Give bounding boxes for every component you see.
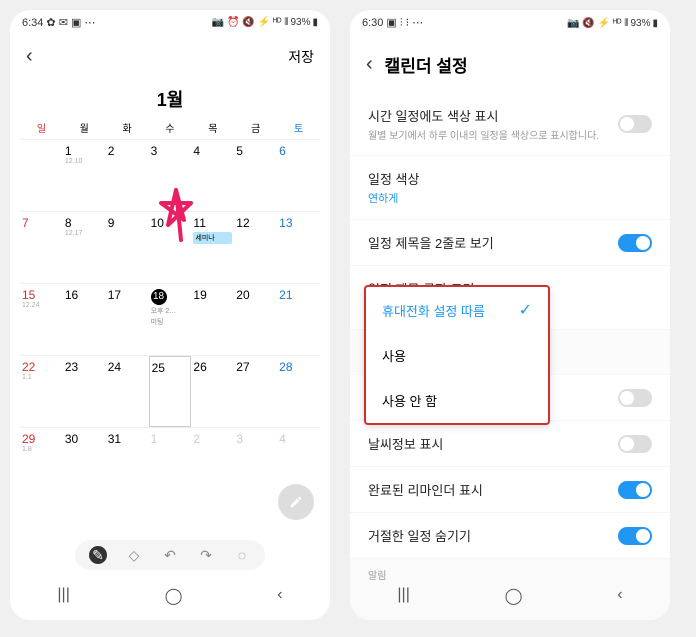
android-nav-bar: ||| ◯ ‹ [10,572,330,620]
settings-title: 캘린더 설정 [385,52,468,77]
nav-back-icon[interactable]: ‹ [277,586,282,606]
day-cell[interactable]: 28 [277,356,320,427]
day-cell[interactable]: 12 [234,212,277,283]
day-cell[interactable]: 7 [20,212,63,283]
day-cell[interactable]: 31 [106,428,149,499]
check-icon: ✓ [519,300,532,320]
redo-icon[interactable]: ↷ [197,546,215,564]
setting-item[interactable]: 일정 색상연하게 [350,156,670,220]
setting-item[interactable]: 완료된 리마인더 표시 [350,467,670,513]
day-cell[interactable]: 3 [234,428,277,499]
status-icons: ▣ ⫶ ⁝ ⋯ [386,16,423,30]
undo-icon[interactable]: ↶ [161,546,179,564]
weekday-label: 수 [149,120,192,135]
nav-back-icon[interactable]: ‹ [617,586,622,606]
day-cell[interactable]: 24 [106,356,149,427]
home-icon[interactable]: ◯ [165,586,183,606]
edit-fab[interactable] [278,484,314,520]
back-button[interactable]: ‹ [366,53,373,76]
status-time: 6:30 [362,17,383,29]
setting-item[interactable]: 시간 일정에도 색상 표시월별 보기에서 하루 이내의 일정을 색상으로 표시합… [350,93,670,156]
weekday-label: 월 [63,120,106,135]
setting-item[interactable]: 일정 제목을 2줄로 보기 [350,220,670,266]
recent-apps-icon[interactable]: ||| [57,586,69,606]
day-cell[interactable]: 25 [149,356,192,427]
calendar-grid: 일월화수목금토 112.10234567812.1791011세미나121315… [10,116,330,499]
status-bar: 6:30 ▣ ⫶ ⁝ ⋯ 📷 🔇 ⚡ ᴴᴰ ⫴ 93% ▮ [350,10,670,36]
day-cell[interactable]: 9 [106,212,149,283]
day-cell[interactable]: 6 [277,140,320,211]
back-button[interactable]: ‹ [26,45,33,68]
toggle-switch[interactable] [618,435,652,453]
status-indicators: 📷 ⏰ 🔇 ⚡ ᴴᴰ ⫴ [212,17,289,28]
day-cell[interactable]: 16 [63,284,106,355]
calendar-header: ‹ 저장 [10,35,330,78]
weekday-label: 화 [106,120,149,135]
day-cell[interactable]: 4 [191,140,234,211]
day-cell[interactable]: 19 [191,284,234,355]
day-cell[interactable]: 5 [234,140,277,211]
month-title: 1월 [10,78,330,116]
eraser-tool-icon[interactable]: ◇ [125,546,143,564]
day-cell[interactable]: 21 [277,284,320,355]
status-time: 6:34 [22,17,43,29]
day-cell[interactable]: 2 [106,140,149,211]
day-cell[interactable]: 23 [63,356,106,427]
day-cell[interactable]: 10 [149,212,192,283]
day-cell[interactable]: 221.1 [20,356,63,427]
popup-option[interactable]: 휴대전화 설정 따름✓ [366,287,548,333]
toggle-switch[interactable] [618,527,652,545]
status-icons: ✿ ✉ ▣ ⋯ [46,16,95,29]
calendar-screen: 6:34 ✿ ✉ ▣ ⋯ 📷 ⏰ 🔇 ⚡ ᴴᴰ ⫴ 93% ▮ ‹ 저장 1월 … [10,10,330,620]
day-cell[interactable]: 1512.24 [20,284,63,355]
toggle-switch[interactable] [618,234,652,252]
toggle-switch[interactable] [618,481,652,499]
status-battery: 93% [630,18,650,29]
toggle-switch[interactable] [618,115,652,133]
day-cell[interactable]: 112.10 [63,140,106,211]
day-cell[interactable]: 3 [149,140,192,211]
drawing-toolbar: ✎ ◇ ↶ ↷ ◌ [75,540,265,570]
day-cell[interactable]: 2 [191,428,234,499]
status-indicators: 📷 🔇 ⚡ ᴴᴰ ⫴ [567,18,628,29]
day-cell[interactable]: 26 [191,356,234,427]
day-cell[interactable]: 812.17 [63,212,106,283]
settings-header: ‹ 캘린더 설정 [350,36,670,93]
day-cell[interactable] [20,140,63,211]
weekday-label: 목 [191,120,234,135]
day-cell[interactable]: 11세미나 [191,212,234,283]
status-battery: 93% [290,17,310,28]
save-button[interactable]: 저장 [288,47,314,67]
day-cell[interactable]: 20 [234,284,277,355]
weekday-label: 금 [234,120,277,135]
setting-item[interactable]: 거절한 일정 숨기기 [350,513,670,559]
pen-tool-icon[interactable]: ✎ [89,546,107,564]
home-icon[interactable]: ◯ [505,586,523,606]
day-cell[interactable]: 18오후 2…미팅 [149,284,192,355]
status-bar: 6:34 ✿ ✉ ▣ ⋯ 📷 ⏰ 🔇 ⚡ ᴴᴰ ⫴ 93% ▮ [10,10,330,35]
popup-option[interactable]: 사용 안 함 [366,378,548,423]
weekday-row: 일월화수목금토 [20,116,320,139]
toggle-switch[interactable] [618,389,652,407]
popup-option[interactable]: 사용 [366,333,548,378]
weekday-label: 일 [20,120,63,135]
day-cell[interactable]: 291.8 [20,428,63,499]
lasso-icon[interactable]: ◌ [233,546,251,564]
popup-menu: 휴대전화 설정 따름✓사용사용 안 함 [364,285,550,425]
day-cell[interactable]: 27 [234,356,277,427]
android-nav-bar: ||| ◯ ‹ [350,572,670,620]
setting-item[interactable]: 날씨정보 표시 [350,421,670,467]
settings-screen: 6:30 ▣ ⫶ ⁝ ⋯ 📷 🔇 ⚡ ᴴᴰ ⫴ 93% ▮ ‹ 캘린더 설정 시… [350,10,670,620]
recent-apps-icon[interactable]: ||| [397,586,409,606]
day-cell[interactable]: 17 [106,284,149,355]
day-cell[interactable]: 13 [277,212,320,283]
weekday-label: 토 [277,120,320,135]
day-cell[interactable]: 30 [63,428,106,499]
day-cell[interactable]: 1 [149,428,192,499]
